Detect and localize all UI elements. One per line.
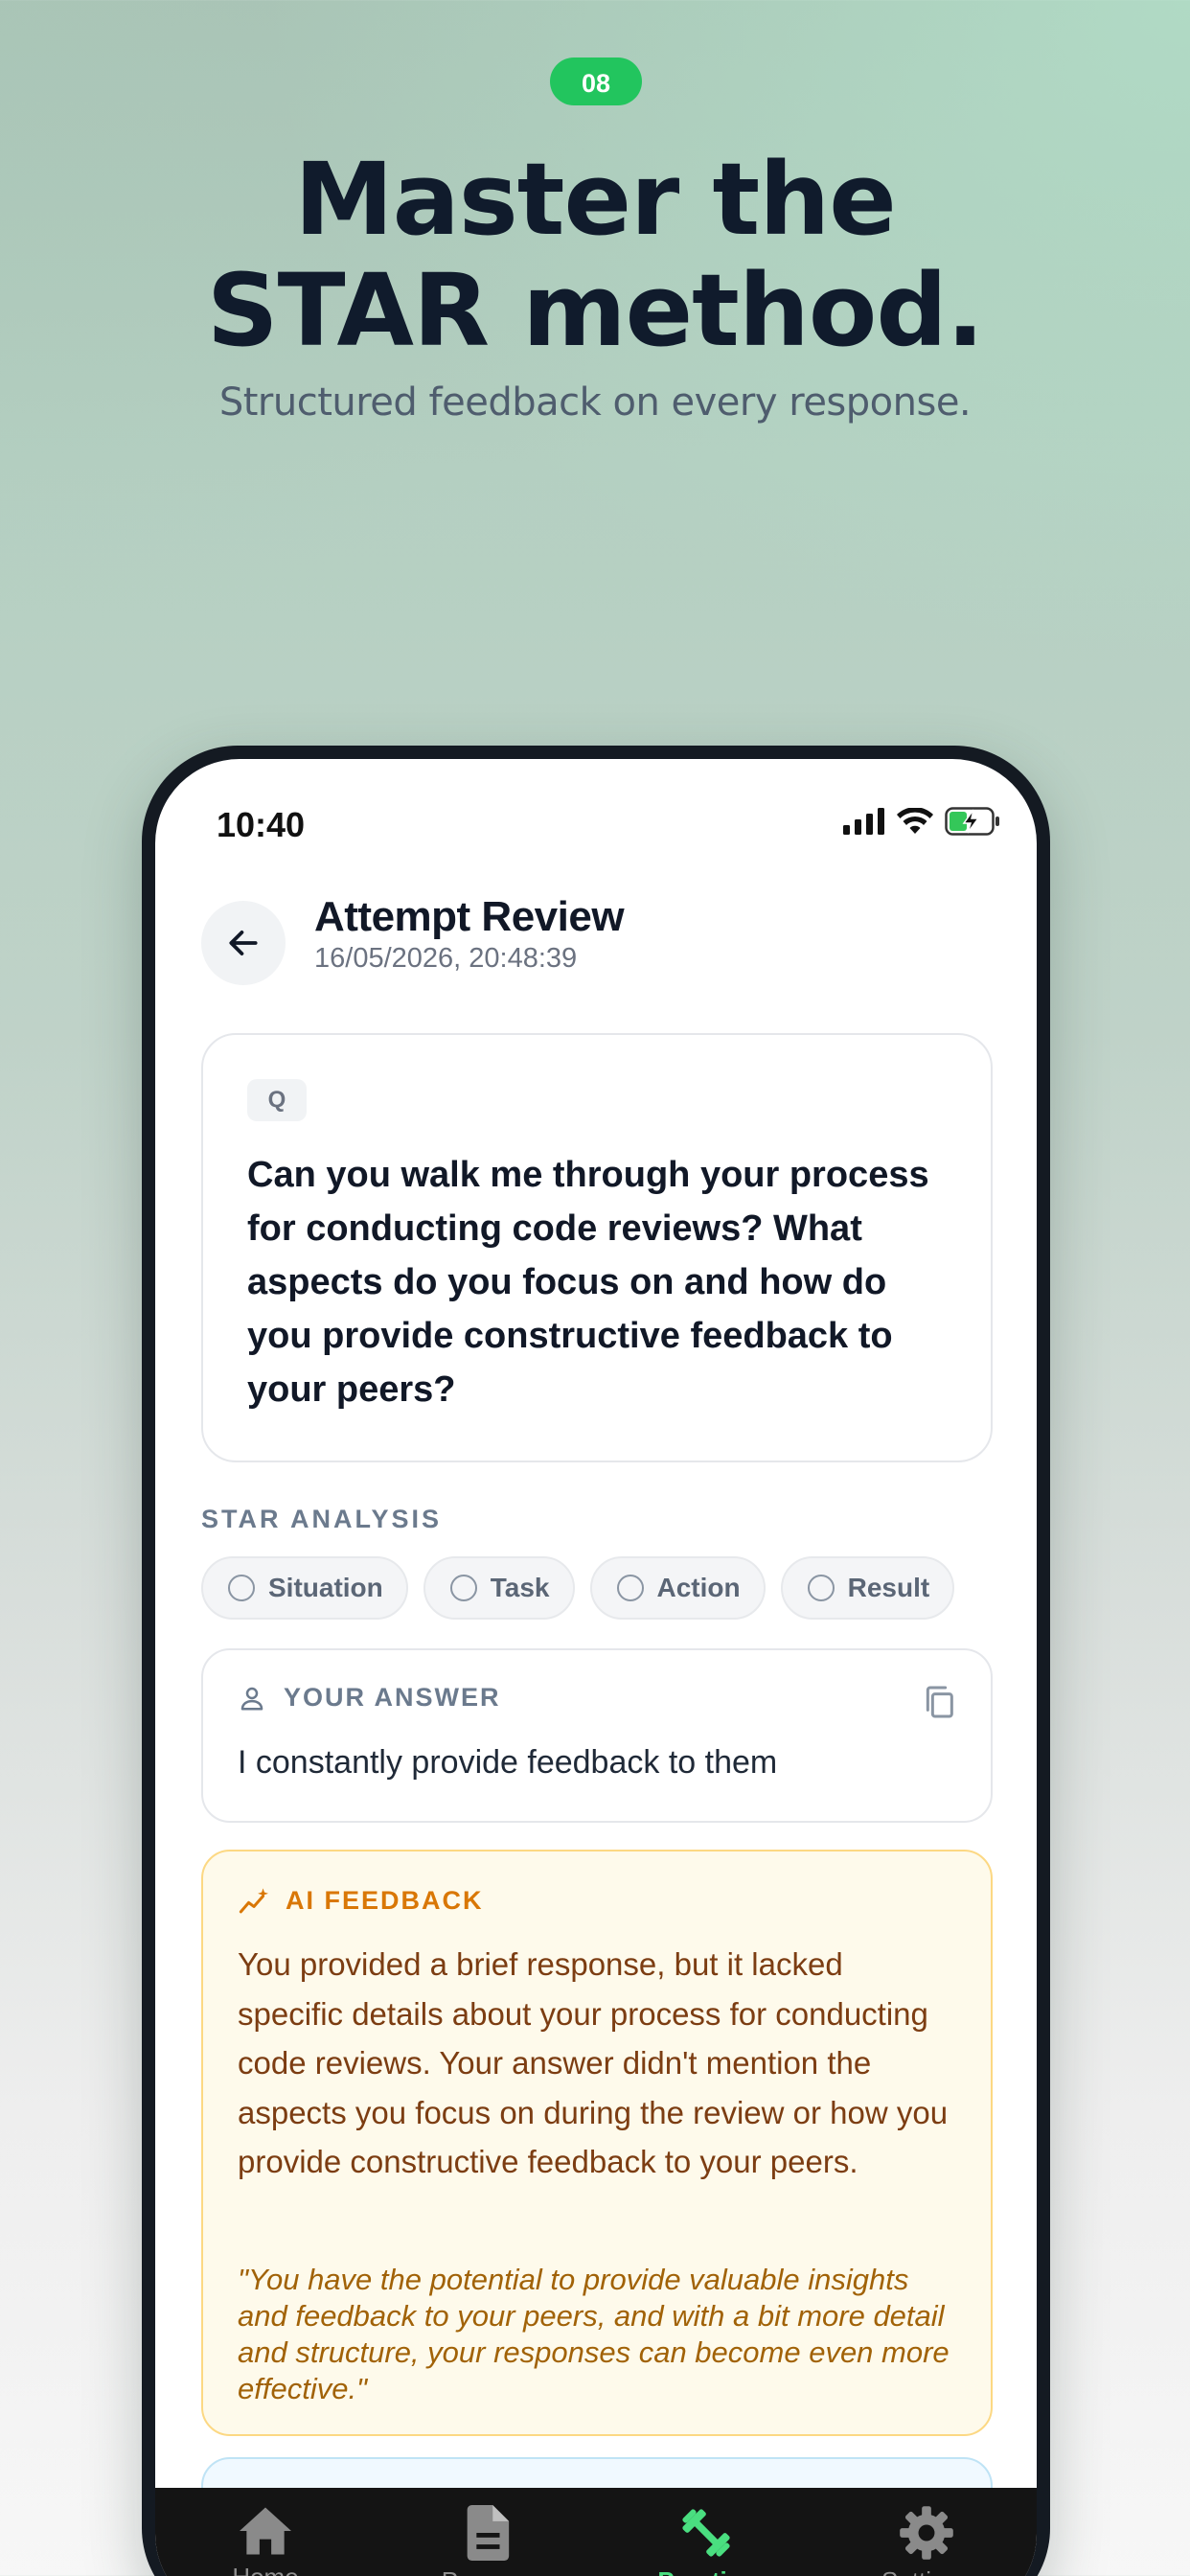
feedback-quote: "You have the potential to provide valua…: [238, 2263, 950, 2405]
empty-circle-icon: [616, 1575, 644, 1601]
tab-settings[interactable]: Settings: [816, 2488, 1037, 2576]
question-text: Can you walk me through your process for…: [247, 1155, 929, 1410]
your-answer-card: YOUR ANSWER I constantly provide feedbac…: [201, 1648, 993, 1823]
star-chip-task[interactable]: Task: [423, 1556, 575, 1620]
tab-practice[interactable]: Practice: [596, 2488, 816, 2576]
headline-line-2: STAR method.: [206, 252, 985, 369]
empty-circle-icon: [807, 1575, 835, 1601]
feedback-label: AI FEEDBACK: [286, 1886, 484, 1915]
question-card: Q Can you walk me through your process f…: [201, 1033, 993, 1462]
answer-text: I constantly provide feedback to them: [238, 1744, 778, 1781]
page-title: Attempt Review: [314, 893, 625, 940]
copy-button[interactable]: [920, 1683, 958, 1726]
review-header: Attempt Review 16/05/2026, 20:48:39: [201, 893, 996, 989]
tab-label: Prepare: [442, 2566, 531, 2576]
back-button[interactable]: [201, 901, 286, 985]
chip-label: Task: [490, 1573, 550, 1602]
background-glow: [0, 0, 1190, 862]
tab-home[interactable]: Home: [155, 2488, 376, 2576]
promo-subhead: Structured feedback on every response.: [218, 380, 972, 425]
copy-icon: [926, 1686, 953, 1718]
phone-frame: 10:40 Attempt Review 16/05/2026, 20:48:3…: [142, 746, 1050, 2576]
home-icon: [240, 2507, 291, 2555]
star-chip-situation[interactable]: Situation: [201, 1556, 408, 1620]
dumbbell-icon: [682, 2509, 730, 2557]
star-chip-action[interactable]: Action: [589, 1556, 766, 1620]
answer-label: YOUR ANSWER: [284, 1683, 501, 1712]
headline-line-1: Master the: [294, 141, 897, 258]
status-icons: [843, 807, 1000, 836]
signal-icon: [843, 808, 884, 835]
battery-charging-icon: [945, 807, 999, 836]
tab-label: Practice: [657, 2566, 754, 2576]
arrow-left-icon: [229, 931, 258, 955]
star-chip-result[interactable]: Result: [780, 1556, 955, 1620]
status-time: 10:40: [217, 805, 306, 844]
bottom-tab-bar: Home Prepare: [155, 2488, 1037, 2576]
step-badge: 08: [550, 58, 642, 105]
chip-label: Result: [847, 1573, 930, 1602]
star-analysis-label: STAR ANALYSIS: [201, 1505, 443, 1533]
feedback-text: You provided a brief response, but it la…: [238, 1946, 949, 2179]
question-badge: Q: [247, 1079, 307, 1121]
chip-label: Action: [656, 1573, 741, 1602]
attempt-timestamp: 16/05/2026, 20:48:39: [314, 943, 578, 974]
empty-circle-icon: [449, 1575, 477, 1601]
promo-headline: Master the STAR method.: [0, 144, 1190, 366]
sparkline-icon: [239, 1887, 268, 1913]
feedback-card-header: AI FEEDBACK: [238, 1886, 484, 1916]
tab-label: Home: [232, 2563, 298, 2576]
wifi-icon: [897, 808, 933, 834]
empty-circle-icon: [228, 1575, 255, 1601]
user-icon: [240, 1687, 263, 1710]
document-icon: [467, 2505, 510, 2561]
chip-label: Situation: [268, 1573, 383, 1602]
ai-feedback-card: AI FEEDBACK You provided a brief respons…: [201, 1850, 993, 2436]
tab-label: Settings: [881, 2566, 972, 2576]
star-chips: Situation Task Action Result: [201, 1556, 955, 1620]
answer-card-header: YOUR ANSWER: [238, 1683, 501, 1713]
phone-screen: 10:40 Attempt Review 16/05/2026, 20:48:3…: [155, 759, 1037, 2576]
gear-icon: [900, 2506, 953, 2560]
tab-prepare[interactable]: Prepare: [376, 2488, 596, 2576]
